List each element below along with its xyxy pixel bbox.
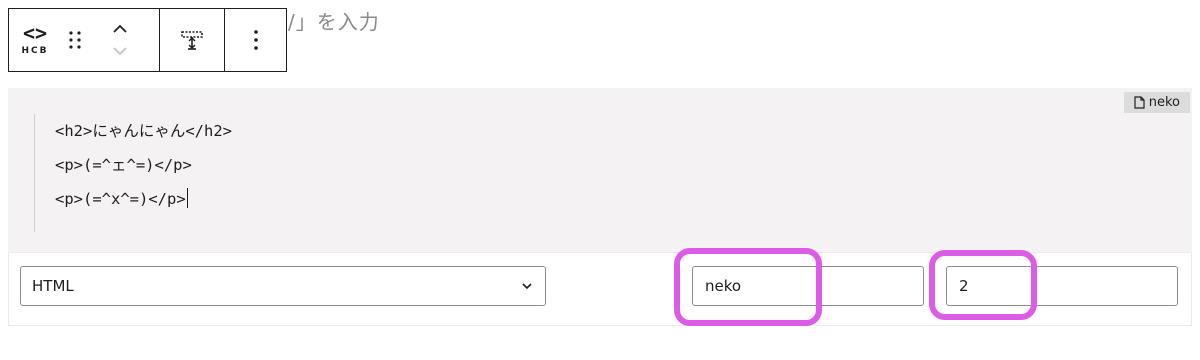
- chevron-down-icon: [522, 283, 532, 290]
- drag-handle-icon: [69, 31, 81, 49]
- language-select-value: HTML: [32, 277, 74, 295]
- text-caret: [186, 188, 188, 208]
- more-options-button[interactable]: [253, 29, 259, 51]
- block-height-icon: [181, 31, 203, 50]
- language-select[interactable]: HTML: [20, 266, 546, 306]
- code-line: <p>(=^ェ^=)</p>: [55, 156, 192, 174]
- drag-handle-button[interactable]: [61, 9, 89, 71]
- block-movers: [89, 9, 151, 71]
- hcb-block-type-button[interactable]: <> HCB: [9, 9, 61, 71]
- block-toolbar: <> HCB: [8, 8, 287, 72]
- chevron-up-icon: [113, 24, 127, 33]
- code-content[interactable]: <h2>にゃんにゃん</h2> <p>(=^ェ^=)</p> <p>(=^x^=…: [34, 114, 232, 232]
- more-vertical-icon: [253, 30, 258, 50]
- code-brackets-icon: <>: [22, 21, 48, 45]
- file-name-badge: neko: [1123, 92, 1190, 113]
- code-block-editor[interactable]: neko <h2>にゃんにゃん</h2> <p>(=^ェ^=)</p> <p>(…: [8, 88, 1192, 252]
- hcb-label: HCB: [21, 46, 49, 56]
- move-up-button[interactable]: [100, 18, 140, 40]
- background-heading-text: /」を入力: [288, 10, 380, 34]
- toolbar-group-height: [159, 9, 224, 71]
- move-down-button[interactable]: [100, 40, 140, 62]
- code-line: <h2>にゃんにゃん</h2>: [55, 122, 232, 140]
- toolbar-group-block: <> HCB: [9, 9, 159, 71]
- block-height-button[interactable]: [180, 28, 204, 52]
- file-name-badge-label: neko: [1148, 95, 1180, 110]
- code-line-with-caret: <p>(=^x^=)</p>: [55, 182, 232, 216]
- code-line-text: <p>(=^x^=)</p>: [55, 190, 186, 208]
- highlight-annotation-start-line: [929, 250, 1037, 320]
- file-icon: [1134, 96, 1145, 109]
- toolbar-group-more: [224, 9, 286, 71]
- chevron-down-icon: [113, 47, 127, 56]
- highlight-annotation-file-name: [674, 248, 822, 326]
